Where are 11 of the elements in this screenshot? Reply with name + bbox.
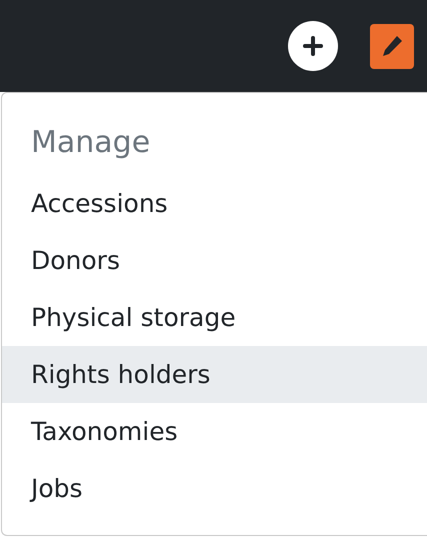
- menu-item[interactable]: Jobs: [2, 460, 427, 517]
- plus-icon: [302, 35, 324, 57]
- menu-item[interactable]: Taxonomies: [2, 403, 427, 460]
- menu-item[interactable]: Donors: [2, 232, 427, 289]
- edit-button[interactable]: [370, 24, 414, 68]
- menu-header: Manage: [30, 124, 152, 162]
- pencil-icon: [380, 34, 404, 58]
- menu-item[interactable]: Physical storage: [2, 289, 427, 346]
- menu-item[interactable]: Accessions: [2, 175, 427, 232]
- menu-item[interactable]: Rights holders: [2, 346, 427, 403]
- add-button[interactable]: [288, 21, 338, 71]
